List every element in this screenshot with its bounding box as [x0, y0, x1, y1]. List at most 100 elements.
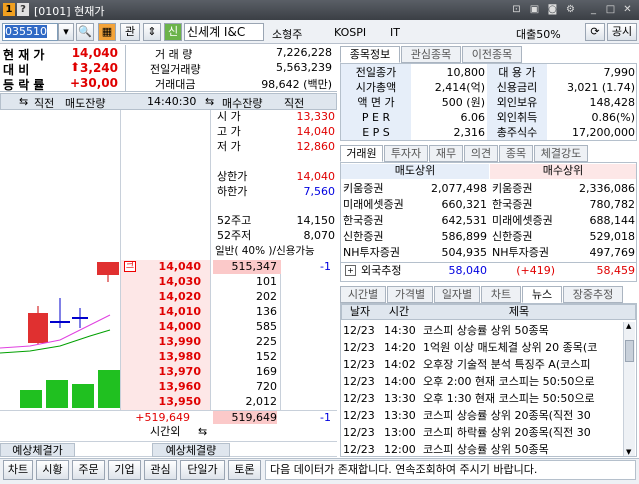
tab-by-day[interactable]: 일자별	[434, 286, 480, 303]
sector-label: IT	[390, 26, 400, 39]
minimize-icon[interactable]: _	[587, 3, 600, 16]
sell-top-header: 매도상위	[341, 164, 489, 179]
order-price[interactable]: 14,000	[121, 320, 201, 333]
discussion-button[interactable]: 토론	[228, 460, 261, 480]
news-panel: 날자 시간 제목 ▲ ▼ 12/23 14:30 코스피 상승률 상위 50종목 1…	[340, 303, 637, 457]
volume-label: 거 래 량	[155, 48, 193, 61]
candle	[28, 313, 48, 343]
order-price[interactable]: 14,020	[121, 290, 201, 303]
volume-bar	[20, 390, 42, 408]
orderbook-header: ⇆ 직전 매도잔량 14:40:30 ⇆ 매수잔량 직전	[0, 93, 337, 110]
news-row[interactable]: 12/23 13:30 오후 1:30 현재 코스피는 50:50으로	[341, 390, 623, 407]
copy-icon[interactable]: ▣	[528, 3, 541, 16]
broker-name: NH투자증권	[492, 246, 549, 259]
credit-info: 일반( 40% )/신용가능	[215, 245, 315, 257]
info-val: 2,316	[453, 126, 486, 139]
tab-investor[interactable]: 투자자	[384, 145, 428, 162]
news-row[interactable]: 12/23 14:20 1억원 이상 매도체결 상위 20 종목(코	[341, 339, 623, 356]
tab-item[interactable]: 종목	[499, 145, 533, 162]
market-button[interactable]: 시황	[36, 460, 69, 480]
order-price[interactable]: 14,040	[121, 260, 201, 273]
order-price[interactable]: 13,980	[121, 350, 201, 363]
settings-icon[interactable]: ⚙	[564, 3, 577, 16]
info-val: 7,990	[603, 66, 636, 79]
broker-value: 504,935	[441, 246, 488, 259]
info-key: 시가총액	[355, 81, 397, 94]
order-price[interactable]: 14,030	[121, 275, 201, 288]
broker-value: 586,899	[441, 230, 488, 243]
broker-value: 660,321	[441, 198, 488, 211]
info-key: 외인취득	[496, 111, 538, 124]
broker-name: 미래에셋증권	[343, 198, 404, 211]
order-price[interactable]: 13,950	[121, 395, 201, 408]
info-key: 액 면 가	[357, 96, 395, 109]
news-row[interactable]: 12/23 12:00 코스피 상승률 상위 50종목	[341, 441, 623, 456]
tab-broker[interactable]: 거래원	[340, 145, 383, 162]
tab-opinion[interactable]: 의견	[464, 145, 498, 162]
tab-by-price[interactable]: 가격별	[387, 286, 433, 303]
orderbook-next-icon[interactable]: ⇆	[205, 95, 214, 108]
order-qty: 202	[256, 290, 277, 303]
single-price-button[interactable]: 단일가	[180, 460, 225, 480]
tab-stock-info[interactable]: 종목정보	[340, 46, 400, 63]
help-icon[interactable]: ?	[17, 3, 29, 16]
info-val: 2,414(억)	[434, 81, 485, 94]
info-row: 저 가 12,860	[217, 140, 335, 153]
info-key: E P S	[362, 126, 390, 139]
info-row: 상한가 14,040	[217, 170, 335, 183]
code-dropdown-icon[interactable]: ▾	[58, 23, 74, 41]
tab-watchlist[interactable]: 관심종목	[401, 46, 461, 63]
news-row[interactable]: 12/23 13:30 코스피 상승률 상위 20종목(직전 30	[341, 407, 623, 424]
tab-finance[interactable]: 재무	[429, 145, 463, 162]
news-row[interactable]: 12/23 13:00 코스피 하락률 상위 20종목(직전 30	[341, 424, 623, 441]
mini-chart	[0, 260, 121, 410]
maximize-icon[interactable]: □	[604, 3, 617, 16]
search-icon[interactable]: 🔍	[76, 23, 94, 41]
foreign-sell: 58,040	[448, 264, 488, 277]
order-price[interactable]: 13,990	[121, 335, 201, 348]
orderbook-prev-icon[interactable]: ⇆	[19, 95, 28, 108]
disclosure-button[interactable]: 공시	[607, 23, 637, 41]
broker-name: 미래에셋증권	[492, 214, 553, 227]
info-val: 148,428	[589, 96, 636, 109]
order-price[interactable]: 13,960	[121, 380, 201, 393]
info-val: 6.06	[460, 111, 486, 124]
company-button[interactable]: 기업	[108, 460, 141, 480]
info-row: 52주저 8,070	[217, 229, 335, 242]
link-icon[interactable]: ⊡	[510, 3, 523, 16]
order-button[interactable]: 주문	[72, 460, 105, 480]
volume-bar	[72, 384, 94, 408]
expand-icon[interactable]: +	[345, 265, 356, 276]
news-row[interactable]: 12/23 14:30 코스피 상승률 상위 50종목	[341, 322, 623, 339]
foreign-diff: (+419)	[516, 264, 555, 277]
tab-estimate[interactable]: 장중추정	[563, 286, 623, 303]
sell-qty-area	[121, 110, 211, 260]
tab-chart[interactable]: 차트	[481, 286, 521, 303]
tab-by-time[interactable]: 시간별	[340, 286, 386, 303]
refresh-icon[interactable]: ⟳	[585, 23, 605, 41]
news-scrollbar[interactable]: ▲ ▼	[623, 322, 635, 456]
news-row[interactable]: 12/23 14:02 오후장 기술적 분석 특징주 A(코스피	[341, 356, 623, 373]
order-price[interactable]: 13,970	[121, 365, 201, 378]
h-sell-rem: 매도잔량	[65, 97, 106, 110]
news-row[interactable]: 12/23 14:00 오후 2:00 현재 코스피는 50:50으로	[341, 373, 623, 390]
gwan-button[interactable]: 관	[120, 23, 140, 41]
chart-button[interactable]: 차트	[3, 460, 33, 480]
tab-previous[interactable]: 이전종목	[462, 46, 522, 63]
expected-price-label: 예상체결가	[0, 443, 75, 457]
after-hours-row: 시간외 ⇆	[0, 425, 337, 440]
stock-code-input[interactable]: 035510	[2, 23, 58, 41]
order-price[interactable]: 14,010	[121, 305, 201, 318]
tab-news[interactable]: 뉴스	[522, 286, 562, 303]
arrow-icon[interactable]: ⇕	[143, 23, 161, 41]
order-qty: 169	[256, 365, 277, 378]
camera-icon[interactable]: ◙	[546, 3, 559, 16]
tab-strength[interactable]: 체결강도	[534, 145, 588, 162]
close-icon[interactable]: ✕	[621, 3, 634, 16]
info-row: 시 가 13,330	[217, 110, 335, 123]
order-qty: 2,012	[245, 395, 278, 408]
watch-button[interactable]: 관심	[144, 460, 177, 480]
broker-value: 642,531	[441, 214, 488, 227]
after-hours-icon[interactable]: ⇆	[198, 425, 207, 438]
calendar-icon[interactable]: ▦	[98, 23, 116, 41]
